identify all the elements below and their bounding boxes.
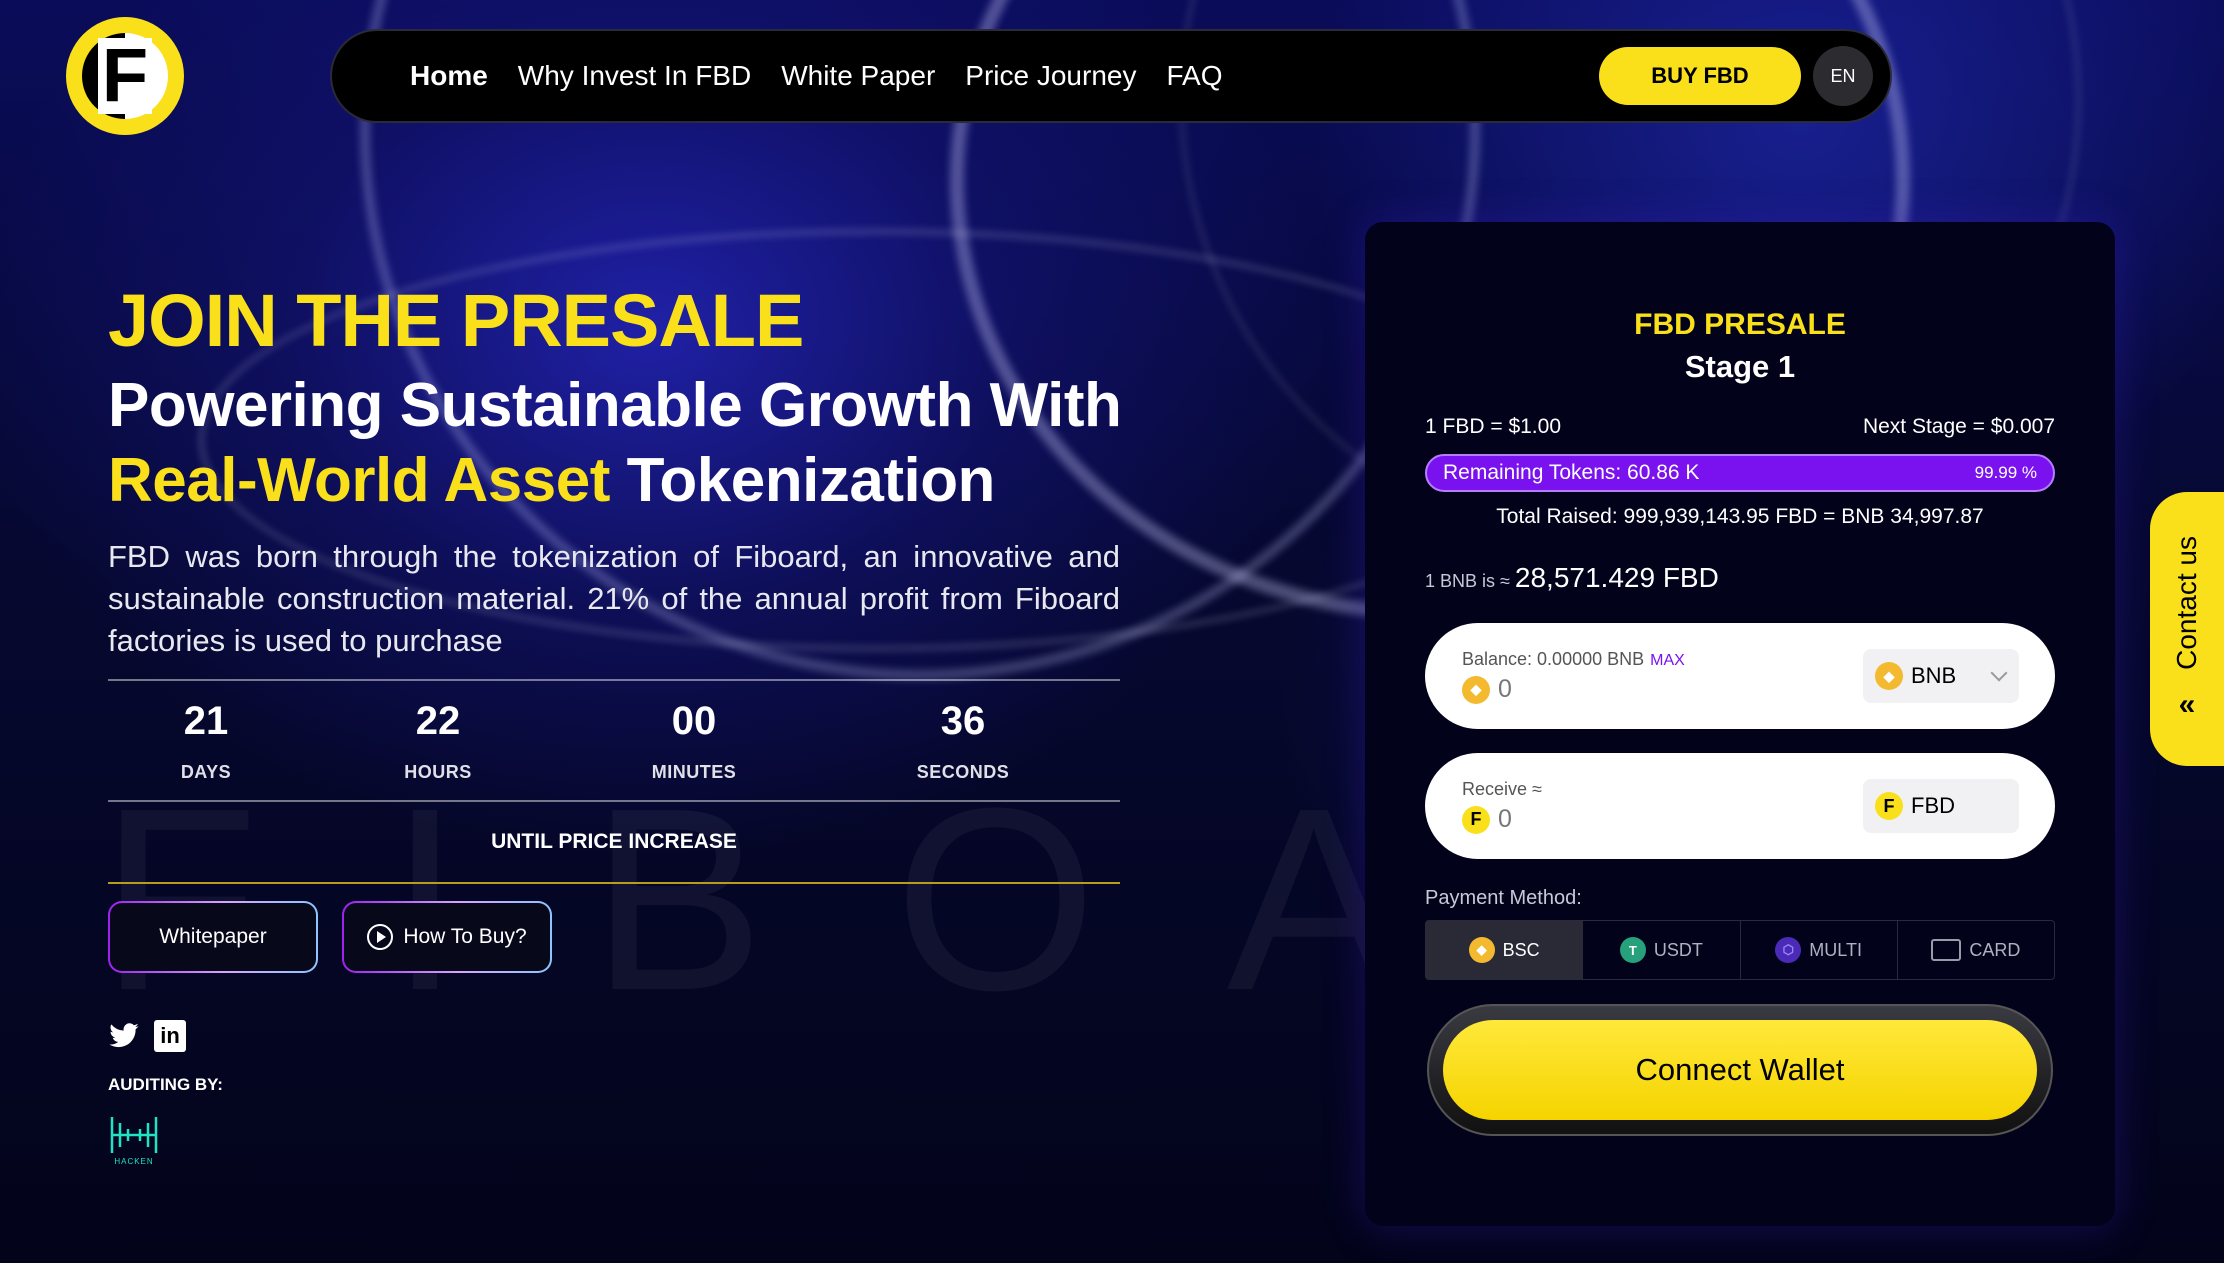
presale-panel: FBD PRESALE Stage 1 1 FBD = $1.00 Next S… xyxy=(1365,222,2115,1226)
countdown-value: 36 xyxy=(940,699,986,743)
connect-wallet-button[interactable]: Connect Wallet xyxy=(1443,1020,2037,1120)
social-links: in xyxy=(108,1020,186,1052)
countdown-minutes: 00 MINUTES xyxy=(614,699,774,783)
payment-method-tabs: ◆ BSC T USDT ⬡ MULTI CARD xyxy=(1425,920,2055,980)
card-icon xyxy=(1931,939,1962,961)
countdown-timer: 21 DAYS 22 HOURS 00 MINUTES 36 SECONDS xyxy=(108,679,1120,802)
nav-link-white-paper[interactable]: White Paper xyxy=(781,60,935,92)
multi-chain-icon: ⬡ xyxy=(1775,937,1802,963)
countdown-label: HOURS xyxy=(404,762,472,782)
nav-link-home[interactable]: Home xyxy=(410,60,488,92)
how-to-buy-label: How To Buy? xyxy=(403,925,527,948)
nav-links: Home Why Invest In FBD White Paper Price… xyxy=(410,60,1222,92)
hero-title-highlight: Real-World Asset xyxy=(108,446,610,515)
hero-description: FBD was born through the tokenization of… xyxy=(108,539,1120,658)
payment-tab-card[interactable]: CARD xyxy=(1898,921,2054,979)
countdown-value: 00 xyxy=(671,699,717,743)
pay-amount-value: 0 xyxy=(1498,675,1512,703)
bsc-icon: ◆ xyxy=(1468,937,1495,963)
nav-link-price-journey[interactable]: Price Journey xyxy=(965,60,1136,92)
payment-tab-multi[interactable]: ⬡ MULTI xyxy=(1741,921,1898,979)
payment-tab-label: USDT xyxy=(1653,939,1703,960)
remaining-tokens: Remaining Tokens: 60.86 K xyxy=(1443,461,1700,484)
pay-amount-field: Balance: 0.00000 BNB MAX ◆ 0 ◆ BNB xyxy=(1425,623,2055,729)
exchange-rate: 1 BNB is ≈ 28,571.429 FBD xyxy=(1425,562,1719,594)
bnb-coin-icon: ◆ xyxy=(1875,662,1903,690)
hacken-logo-icon xyxy=(110,1117,158,1153)
until-price-increase: UNTIL PRICE INCREASE xyxy=(108,802,1120,884)
progress-percent: 99.99 % xyxy=(1974,463,2037,482)
max-button[interactable]: MAX xyxy=(1650,652,1685,669)
total-raised: Total Raised: 999,939,143.95 FBD = BNB 3… xyxy=(1496,505,1984,528)
linkedin-icon[interactable]: in xyxy=(154,1020,186,1052)
payment-tab-label: CARD xyxy=(1969,939,2021,960)
exchange-rate-prefix: 1 BNB is ≈ xyxy=(1425,571,1515,591)
double-chevron-left-icon: « xyxy=(2178,687,2196,721)
presale-stage: Stage 1 xyxy=(1684,349,1796,384)
balance-text: Balance: 0.00000 BNB xyxy=(1462,649,1645,669)
pay-token-select[interactable]: ◆ BNB xyxy=(1863,649,2019,703)
nav-link-why-invest[interactable]: Why Invest In FBD xyxy=(518,60,751,92)
receive-token-badge: F FBD xyxy=(1863,779,2019,833)
nav-link-faq[interactable]: FAQ xyxy=(1166,60,1222,92)
auditing-label: AUDITING BY: xyxy=(108,1075,223,1094)
receive-amount-field: Receive ≈ F 0 F FBD xyxy=(1425,753,2055,859)
how-to-buy-button[interactable]: How To Buy? xyxy=(342,901,552,973)
countdown-days: 21 DAYS xyxy=(126,699,286,783)
hero-title: Powering Sustainable Growth With Real-Wo… xyxy=(108,368,1128,518)
pay-token-label: BNB xyxy=(1911,663,1957,688)
fbd-coin-icon: F xyxy=(1875,792,1903,820)
exchange-rate-value: 28,571.429 FBD xyxy=(1514,562,1719,593)
contact-us-tab[interactable]: Contact us « xyxy=(2150,492,2224,766)
next-stage-price: Next Stage = $0.007 xyxy=(1862,415,2055,438)
main-nav: Home Why Invest In FBD White Paper Price… xyxy=(330,29,1892,123)
chevron-down-icon xyxy=(1990,664,2008,682)
countdown-label: SECONDS xyxy=(916,762,1010,782)
balance-label: Balance: 0.00000 BNB MAX xyxy=(1462,649,1685,670)
fbd-coin-icon: F xyxy=(1462,805,1490,834)
payment-tab-label: MULTI xyxy=(1809,939,1862,960)
language-selector[interactable]: EN xyxy=(1813,46,1873,106)
current-price: 1 FBD = $1.00 xyxy=(1425,415,1561,438)
logo-letter: F xyxy=(97,38,153,114)
receive-label: Receive ≈ xyxy=(1462,779,1542,799)
contact-us-label: Contact us xyxy=(2171,536,2202,670)
buy-fbd-button[interactable]: BUY FBD xyxy=(1599,47,1801,105)
usdt-icon: T xyxy=(1619,937,1646,963)
payment-tab-bsc[interactable]: ◆ BSC xyxy=(1426,921,1584,979)
bnb-coin-icon: ◆ xyxy=(1462,675,1490,704)
fiboard-logo[interactable]: F xyxy=(66,17,184,135)
presale-title: FBD PRESALE xyxy=(1634,308,1846,341)
hacken-logo[interactable]: HACKEN xyxy=(108,1115,160,1169)
countdown-value: 21 xyxy=(183,699,229,743)
receive-amount-value: 0 xyxy=(1498,805,1512,833)
payment-tab-label: BSC xyxy=(1502,939,1540,960)
whitepaper-button[interactable]: Whitepaper xyxy=(108,901,318,973)
twitter-icon[interactable] xyxy=(108,1020,140,1052)
pay-amount-input[interactable]: ◆ 0 xyxy=(1462,675,1512,704)
payment-method-label: Payment Method: xyxy=(1425,887,1582,909)
countdown-seconds: 36 SECONDS xyxy=(883,699,1043,783)
progress-bar: Remaining Tokens: 60.86 K 99.99 % xyxy=(1425,454,2055,492)
receive-token-label: FBD xyxy=(1911,793,1955,818)
play-icon xyxy=(367,924,394,950)
countdown-hours: 22 HOURS xyxy=(358,699,518,783)
hacken-wordmark: HACKEN xyxy=(114,1157,154,1166)
hero-kicker: JOIN THE PRESALE xyxy=(108,279,804,362)
connect-wallet-frame: Connect Wallet xyxy=(1427,1004,2053,1136)
hero-title-tail: Tokenization xyxy=(609,446,996,515)
receive-amount-input[interactable]: F 0 xyxy=(1462,805,1512,834)
countdown-label: DAYS xyxy=(180,762,232,782)
countdown-value: 22 xyxy=(415,699,461,743)
payment-tab-usdt[interactable]: T USDT xyxy=(1583,921,1741,979)
hero-title-line1: Powering Sustainable Growth With xyxy=(108,371,1122,440)
countdown-label: MINUTES xyxy=(651,762,737,782)
